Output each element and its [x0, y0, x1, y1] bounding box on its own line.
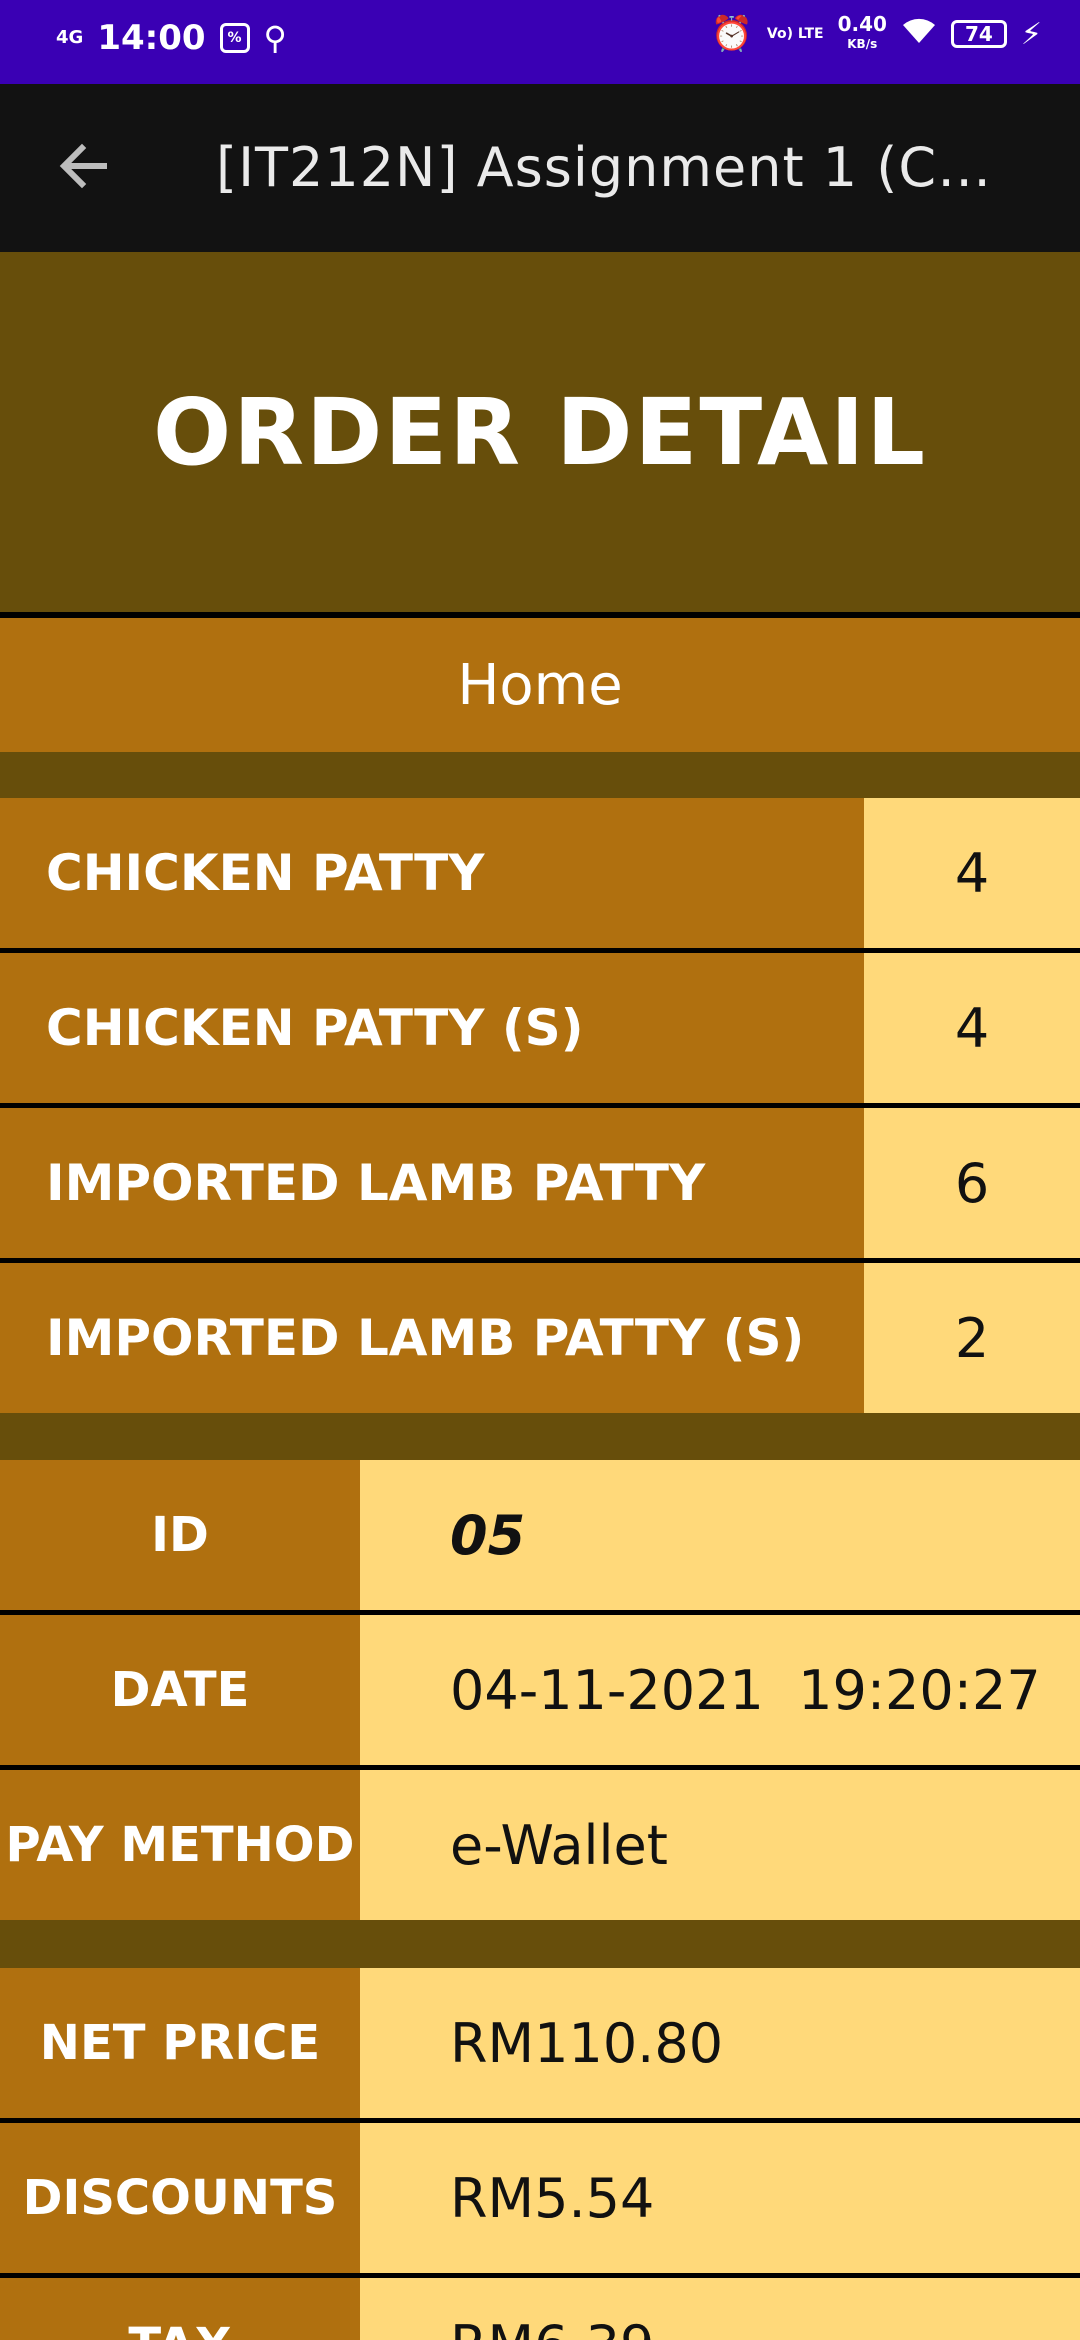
- net-price-label: NET PRICE: [0, 1968, 360, 2118]
- discount-row: DISCOUNTS RM5.54: [0, 2123, 1080, 2273]
- order-item-row: IMPORTED LAMB PATTY 6: [0, 1108, 1080, 1258]
- pay-method-value: e-Wallet: [360, 1770, 1080, 1920]
- tax-label: TAX: [0, 2278, 360, 2340]
- app-title: [IT212N] Assignment 1 (Ch...: [216, 136, 1016, 199]
- item-quantity: 2: [864, 1263, 1080, 1413]
- order-id-label: ID: [0, 1460, 360, 1610]
- status-bar: 4G 14:00 % ⚲ ⏰ Vo) LTE 0.40 KB/s 74 ⚡: [0, 0, 1080, 84]
- item-quantity: 4: [864, 953, 1080, 1103]
- network-speed: 0.40 KB/s: [838, 14, 887, 54]
- charging-icon: ⚡: [1020, 16, 1042, 52]
- item-quantity: 4: [864, 798, 1080, 948]
- item-name: IMPORTED LAMB PATTY: [0, 1108, 864, 1258]
- order-date-row: DATE 04-11-2021 19:20:27: [0, 1615, 1080, 1765]
- battery-level: 74: [965, 22, 993, 46]
- order-item-row: CHICKEN PATTY (S) 4: [0, 953, 1080, 1103]
- alarm-icon: ⏰: [710, 14, 753, 54]
- order-id-value: 05: [360, 1460, 1080, 1610]
- status-left: 4G 14:00 % ⚲: [56, 18, 287, 58]
- speed-unit: KB/s: [847, 37, 878, 51]
- home-button[interactable]: Home: [0, 618, 1080, 752]
- app-bar: [IT212N] Assignment 1 (Ch...: [0, 84, 1080, 252]
- speed-value: 0.40: [837, 12, 887, 36]
- order-date-label: DATE: [0, 1615, 360, 1765]
- tax-value: RM6.39: [360, 2278, 1080, 2340]
- tax-row: TAX RM6.39: [0, 2278, 1080, 2340]
- back-arrow-icon[interactable]: [54, 136, 114, 196]
- pay-method-label: PAY METHOD: [0, 1770, 360, 1920]
- order-date-value: 04-11-2021 19:20:27: [360, 1615, 1080, 1765]
- network-type: 4G: [56, 27, 84, 48]
- wifi-icon: [901, 15, 937, 53]
- item-name: CHICKEN PATTY: [0, 798, 864, 948]
- discount-label: DISCOUNTS: [0, 2123, 360, 2273]
- notification-icon: %: [219, 23, 250, 53]
- item-name: CHICKEN PATTY (S): [0, 953, 864, 1103]
- order-item-row: CHICKEN PATTY 4: [0, 798, 1080, 948]
- discount-value: RM5.54: [360, 2123, 1080, 2273]
- status-time: 14:00: [97, 18, 206, 58]
- usb-icon: ⚲: [263, 19, 287, 57]
- page-title: ORDER DETAIL: [0, 252, 1080, 612]
- item-name: IMPORTED LAMB PATTY (S): [0, 1263, 864, 1413]
- net-price-value: RM110.80: [360, 1968, 1080, 2118]
- order-id-row: ID 05: [0, 1460, 1080, 1610]
- net-price-row: NET PRICE RM110.80: [0, 1968, 1080, 2118]
- pay-method-row: PAY METHOD e-Wallet: [0, 1770, 1080, 1920]
- battery-icon: 74: [950, 20, 1007, 48]
- order-item-row: IMPORTED LAMB PATTY (S) 2: [0, 1263, 1080, 1413]
- item-quantity: 6: [864, 1108, 1080, 1258]
- volte-indicator: Vo) LTE: [766, 26, 824, 42]
- status-right: ⏰ Vo) LTE 0.40 KB/s 74 ⚡: [711, 14, 1042, 54]
